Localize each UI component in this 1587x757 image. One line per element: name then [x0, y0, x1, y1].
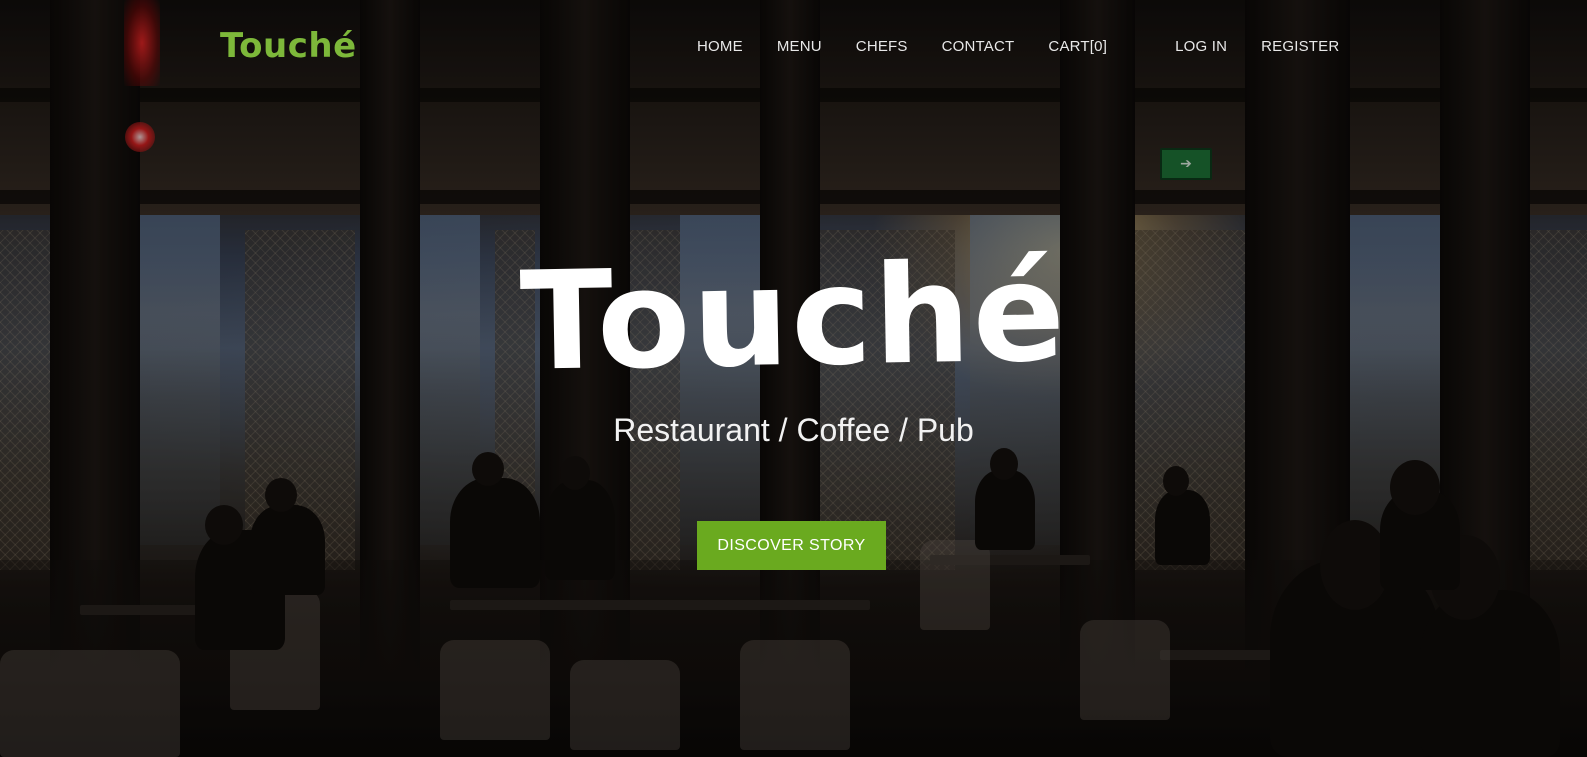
nav-login[interactable]: LOG IN	[1175, 38, 1227, 55]
nav-menu[interactable]: MENU	[777, 38, 822, 55]
hero-section: ➔ Touché HOME MENU CHEFS CONTACT CART[0]…	[0, 0, 1587, 757]
nav-chefs[interactable]: CHEFS	[856, 38, 908, 55]
nav-register[interactable]: REGISTER	[1261, 38, 1339, 55]
nav-links: HOME MENU CHEFS CONTACT CART[0] LOG IN R…	[697, 38, 1339, 55]
discover-story-button[interactable]: DISCOVER STORY	[697, 521, 886, 570]
nav-cart[interactable]: CART[0]	[1048, 38, 1107, 55]
nav-contact[interactable]: CONTACT	[942, 38, 1015, 55]
hero-subtitle: Restaurant / Coffee / Pub	[613, 412, 974, 448]
nav-home[interactable]: HOME	[697, 38, 743, 55]
brand-logo[interactable]: Touché	[220, 26, 357, 66]
top-navigation: Touché HOME MENU CHEFS CONTACT CART[0] L…	[0, 0, 1587, 95]
hero-title: Touché	[518, 234, 1069, 402]
